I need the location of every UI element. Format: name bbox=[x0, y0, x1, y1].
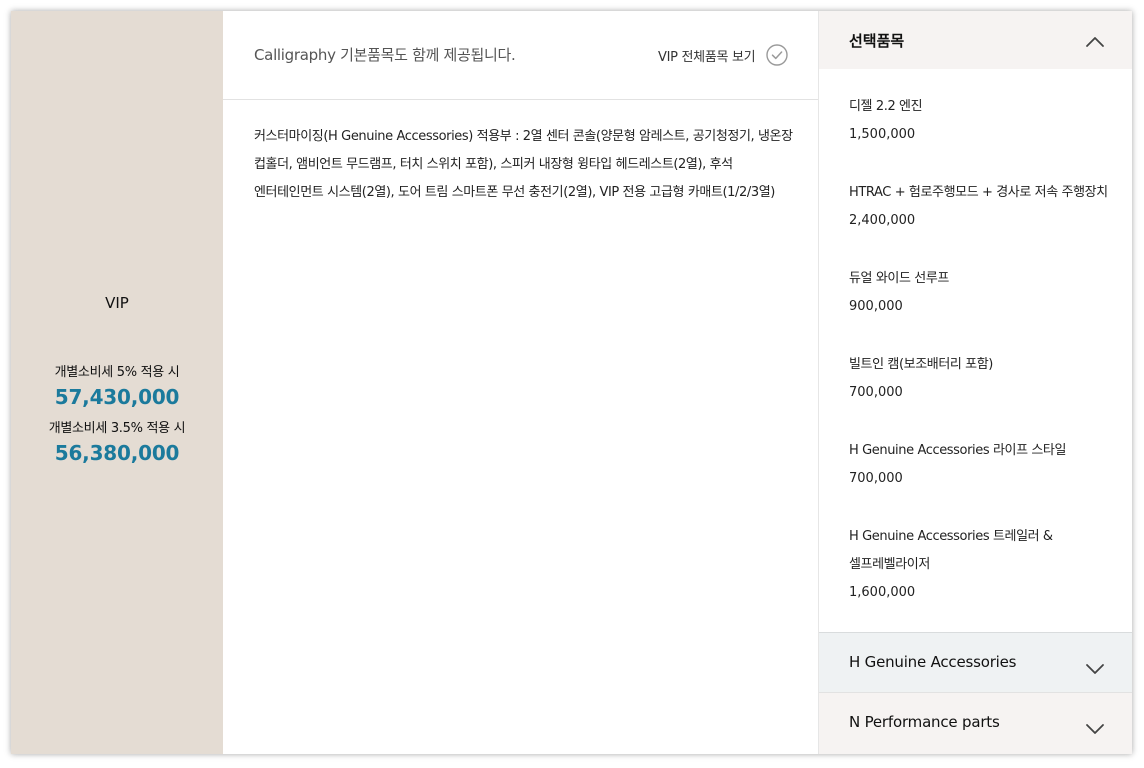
package-detail: Calligraphy 기본품목도 함께 제공됩니다. VIP 전체품목 보기 … bbox=[223, 11, 818, 754]
option-name: 빌트인 캠(보조배터리 포함) bbox=[849, 357, 993, 372]
description-line: 컵홀더, 앰비언트 무드램프, 터치 스위치 포함), 스피커 내장형 윙타입 … bbox=[254, 157, 733, 172]
price-value-5: 57,430,000 bbox=[54, 385, 180, 409]
accordion-label: N Performance parts bbox=[849, 713, 1000, 731]
package-title: Calligraphy 기본품목도 함께 제공됩니다. bbox=[254, 46, 516, 64]
selected-options-panel: 선택품목 디젤 2.2 엔진 1,500,000 HTRAC + 험로주행모드 … bbox=[818, 11, 1132, 754]
option-name: HTRAC + 험로주행모드 + 경사로 저속 주행장치 bbox=[849, 185, 1108, 200]
option-name: H Genuine Accessories 트레일러 & bbox=[849, 529, 1053, 544]
check-circle-icon bbox=[766, 44, 788, 66]
price-label-5: 개별소비세 5% 적용 시 bbox=[54, 365, 180, 380]
description-line: 커스터마이징(H Genuine Accessories) 적용부 : 2열 센… bbox=[254, 129, 793, 144]
option-name: H Genuine Accessories 라이프 스타일 bbox=[849, 443, 1067, 458]
list-item: 빌트인 캠(보조배터리 포함) 700,000 bbox=[849, 351, 1119, 407]
price-value-3-5: 56,380,000 bbox=[54, 441, 180, 465]
list-item: H Genuine Accessories 트레일러 & 셀프레벨라이저 1,6… bbox=[849, 523, 1119, 607]
price-label-3-5: 개별소비세 3.5% 적용 시 bbox=[48, 421, 186, 436]
selected-options-title: 선택품목 bbox=[849, 32, 905, 50]
list-item: H Genuine Accessories 라이프 스타일 700,000 bbox=[849, 437, 1119, 493]
option-price: 2,400,000 bbox=[849, 213, 916, 228]
accordion-label: H Genuine Accessories bbox=[849, 653, 1017, 671]
option-price: 1,500,000 bbox=[849, 127, 916, 142]
chevron-down-icon[interactable] bbox=[1085, 660, 1105, 674]
package-description: 커스터마이징(H Genuine Accessories) 적용부 : 2열 센… bbox=[254, 123, 794, 207]
view-all-items-button[interactable]: VIP 전체품목 보기 bbox=[658, 44, 788, 66]
list-item: HTRAC + 험로주행모드 + 경사로 저속 주행장치 2,400,000 bbox=[849, 179, 1119, 235]
option-name-continued: 셀프레벨라이저 bbox=[849, 557, 930, 572]
list-item: 디젤 2.2 엔진 1,500,000 bbox=[849, 93, 1119, 149]
trim-name: VIP bbox=[105, 294, 129, 312]
trim-summary: VIP 개별소비세 5% 적용 시 57,430,000 개별소비세 3.5% … bbox=[11, 11, 223, 754]
chevron-down-icon[interactable] bbox=[1085, 720, 1105, 734]
option-price: 900,000 bbox=[849, 299, 903, 314]
option-name: 듀얼 와이드 선루프 bbox=[849, 271, 949, 286]
list-item: 듀얼 와이드 선루프 900,000 bbox=[849, 265, 1119, 321]
option-price: 700,000 bbox=[849, 385, 903, 400]
accordion-n-performance-parts[interactable]: N Performance parts bbox=[819, 692, 1132, 754]
comparison-panel: VIP 개별소비세 5% 적용 시 57,430,000 개별소비세 3.5% … bbox=[11, 11, 1132, 754]
option-price: 700,000 bbox=[849, 471, 903, 486]
view-all-label: VIP 전체품목 보기 bbox=[658, 49, 756, 65]
chevron-up-icon[interactable] bbox=[1085, 33, 1105, 47]
description-line: 엔터테인먼트 시스템(2열), 도어 트림 스마트폰 무선 충전기(2열), V… bbox=[254, 185, 775, 200]
accordion-h-genuine-accessories[interactable]: H Genuine Accessories bbox=[819, 632, 1132, 692]
option-name: 디젤 2.2 엔진 bbox=[849, 99, 923, 114]
option-price: 1,600,000 bbox=[849, 585, 916, 600]
selected-options-header[interactable]: 선택품목 bbox=[819, 11, 1132, 69]
package-header: Calligraphy 기본품목도 함께 제공됩니다. VIP 전체품목 보기 bbox=[223, 11, 818, 100]
